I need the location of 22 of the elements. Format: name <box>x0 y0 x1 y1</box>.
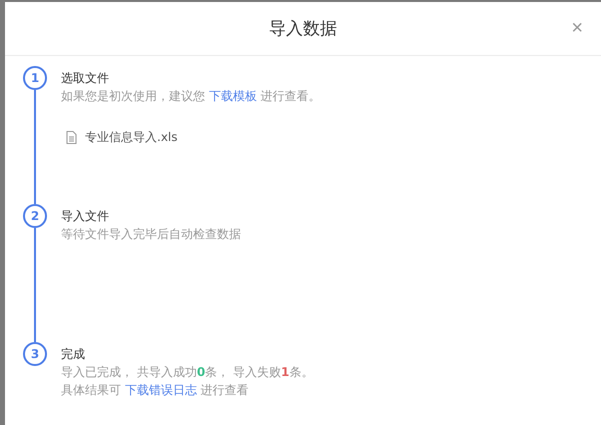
failure-count: 1 <box>281 365 290 379</box>
step-number: 1 <box>23 66 47 90</box>
step-title: 导入文件 <box>61 208 110 225</box>
step-number: 3 <box>23 342 47 366</box>
close-button[interactable]: × <box>567 16 587 40</box>
download-link[interactable]: 下载模板 <box>208 89 257 103</box>
description-text: 如果您是初次使用，建议您 <box>61 89 206 103</box>
step-title: 完成 <box>61 346 86 363</box>
description-text: 条。 <box>289 365 314 379</box>
document-icon <box>66 131 77 144</box>
step-number: 2 <box>23 204 47 228</box>
description-text: 导入已完成， 共导入成功 <box>61 365 197 379</box>
description-text: 进行查看。 <box>260 89 321 103</box>
dialog-title: 导入数据 <box>269 18 337 40</box>
description-text: 进行查看 <box>200 383 249 397</box>
description-text: 等待文件导入完毕后自动检查数据 <box>61 227 241 241</box>
file-name[interactable]: 专业信息导入.xls <box>85 129 178 146</box>
step-title: 选取文件 <box>61 70 110 87</box>
description-text: 条， 导入失败 <box>205 365 282 379</box>
description-text: 具体结果可 <box>61 383 122 397</box>
download-link[interactable]: 下载错误日志 <box>124 383 197 397</box>
success-count: 0 <box>196 365 206 379</box>
